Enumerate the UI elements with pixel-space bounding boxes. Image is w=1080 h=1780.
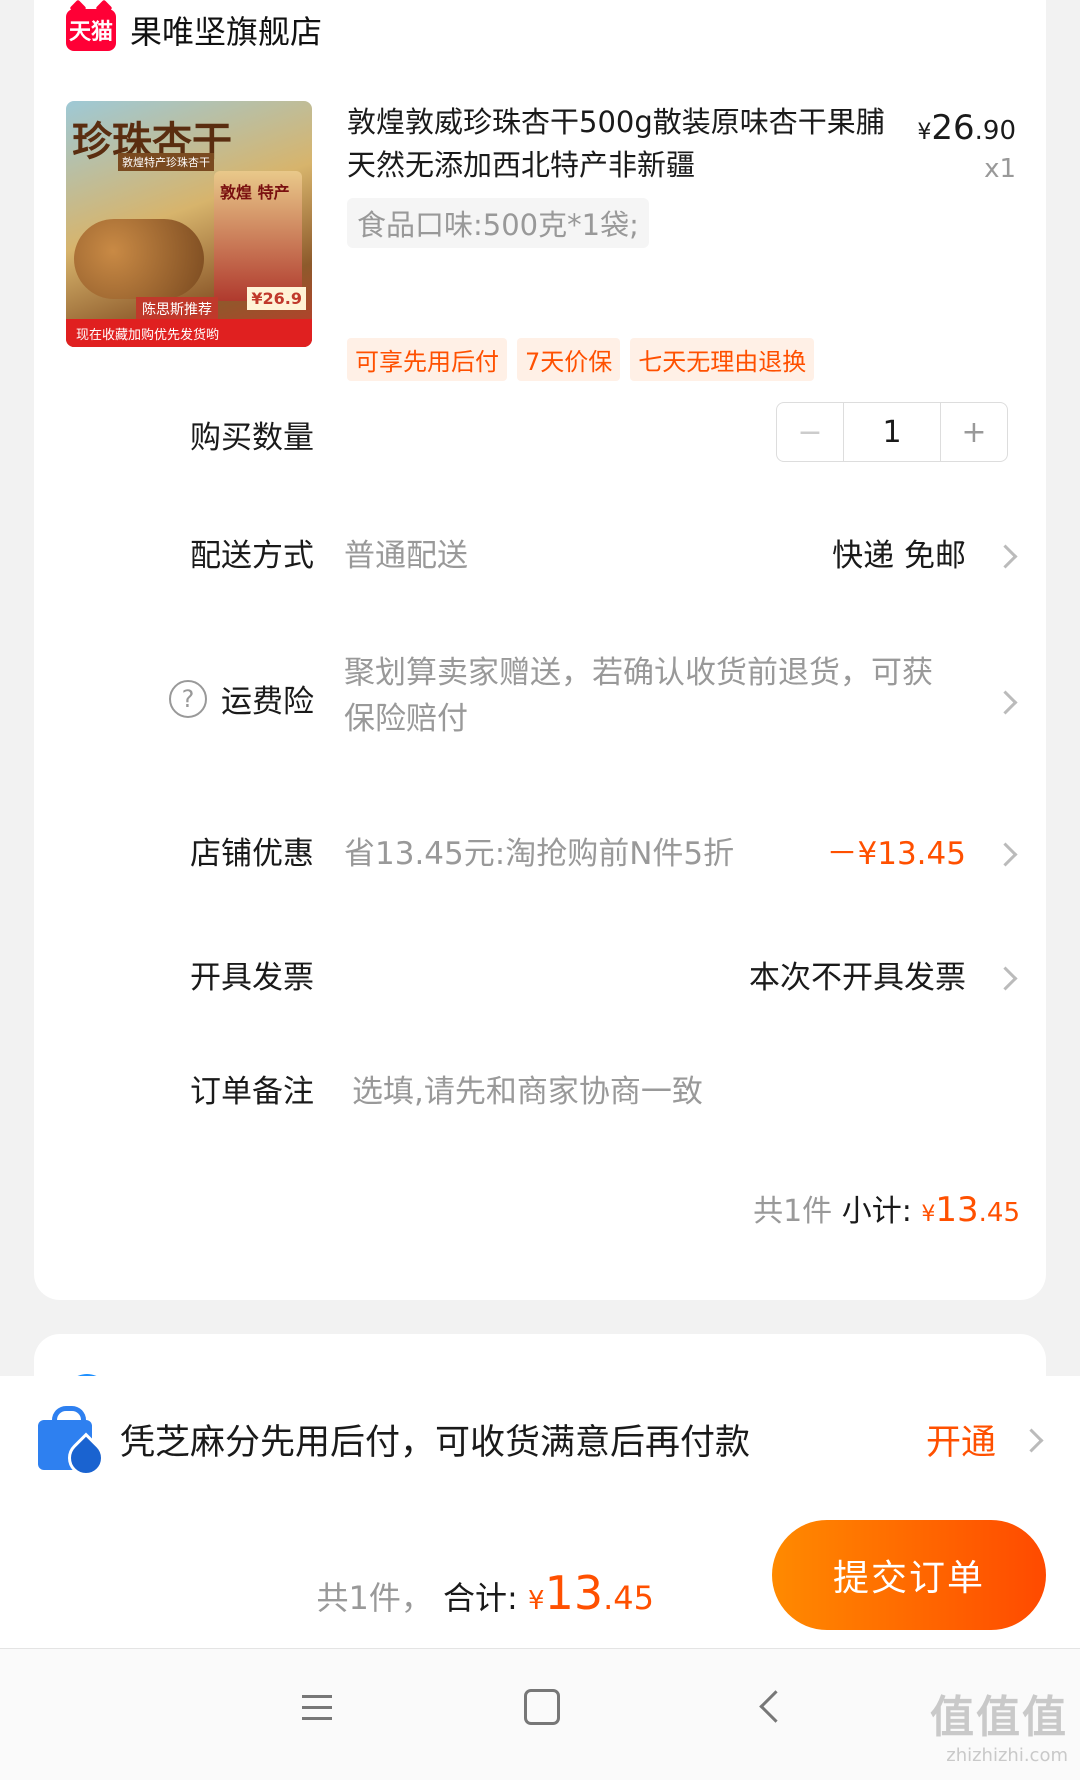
subtotal-currency: ¥ [921, 1202, 936, 1227]
watermark: 值值值 zhizhizhi.com [930, 1681, 1068, 1766]
tmall-logo-icon: 天猫 [66, 9, 116, 51]
product-image[interactable]: 珍珠杏干 敦煌特产珍珠杏干 敦煌 特产 陈思斯推荐 ¥26.9 现在收藏加购优先… [66, 101, 312, 347]
system-nav-bar: 值值值 zhizhizhi.com [0, 1648, 1080, 1780]
increase-button[interactable]: + [940, 403, 1007, 461]
invoice-row[interactable]: 开具发票 本次不开具发票 [34, 942, 1046, 1002]
invoice-value: 本次不开具发票 [749, 960, 966, 996]
total-currency: ¥ [528, 1586, 545, 1616]
apricot-graphic [74, 219, 204, 299]
enable-pay-later-link[interactable]: 开通 [926, 1414, 996, 1465]
delivery-value: 普通配送 [344, 538, 468, 574]
subtotal: 共1件 小计: ¥13.45 [753, 1186, 1020, 1230]
image-subtitle: 敦煌特产珍珠杏干 [118, 153, 214, 171]
note-label: 订单备注 [190, 1074, 314, 1110]
insurance-label-group: ? 运费险 [169, 676, 314, 721]
image-promo-price: ¥26.9 [247, 287, 306, 310]
insurance-value: 聚划算卖家赠送，若确认收货前退货，可获保险赔付 [344, 655, 933, 737]
product-quantity: x1 [984, 154, 1016, 184]
quantity-label: 购买数量 [190, 420, 314, 456]
variant-chip[interactable]: 食品口味:500克*1袋; [347, 198, 649, 248]
chevron-right-icon [1019, 1428, 1044, 1453]
package-text: 敦煌 特产 [220, 183, 290, 202]
shopping-bag-icon [38, 1406, 112, 1484]
quantity-value[interactable]: 1 [844, 403, 940, 461]
price-decimal: .90 [974, 116, 1016, 146]
back-icon[interactable] [759, 1690, 792, 1723]
chevron-right-icon [993, 544, 1018, 569]
store-header[interactable]: 天猫 果唯坚旗舰店 [66, 0, 322, 60]
decrease-button[interactable]: − [777, 403, 844, 461]
order-note-input[interactable]: 选填,请先和商家协商一致 [352, 1066, 703, 1111]
subtotal-decimal: .45 [978, 1198, 1020, 1228]
service-tag: 可享先用后付 [347, 338, 507, 381]
menu-icon[interactable] [302, 1695, 332, 1720]
help-icon[interactable]: ? [169, 679, 207, 718]
delivery-row[interactable]: 配送方式 普通配送 快递 免邮 [34, 520, 1046, 580]
store-name[interactable]: 果唯坚旗舰店 [130, 7, 322, 53]
service-tags: 可享先用后付 7天价保 七天无理由退换 [347, 338, 815, 381]
discount-label: 店铺优惠 [190, 836, 314, 872]
product-price: ¥26.90 x1 [917, 108, 1016, 184]
order-note-row: 订单备注 选填,请先和商家协商一致 [34, 1056, 1046, 1116]
subtotal-count: 共1件 [753, 1194, 833, 1229]
chevron-right-icon [993, 842, 1018, 867]
subtotal-integer: 13 [935, 1190, 979, 1230]
watermark-url: zhizhizhi.com [946, 1745, 1068, 1766]
order-card: 天猫 果唯坚旗舰店 珍珠杏干 敦煌特产珍珠杏干 敦煌 特产 陈思斯推荐 ¥26.… [34, 0, 1046, 1300]
shipping-insurance-row[interactable]: ? 运费险 聚划算卖家赠送，若确认收货前退货，可获保险赔付 [34, 650, 1046, 750]
watermark-logo: 值值值 [930, 1692, 1068, 1743]
price-integer: 26 [931, 108, 975, 148]
delivery-label: 配送方式 [190, 538, 314, 574]
invoice-label: 开具发票 [190, 960, 314, 996]
total-label: 合计: [443, 1579, 518, 1617]
total-decimal: .45 [603, 1579, 654, 1617]
submit-order-button[interactable]: 提交订单 [772, 1520, 1046, 1630]
discount-amount: －¥13.45 [826, 836, 966, 872]
price-currency: ¥ [917, 120, 932, 145]
image-recommend: 陈思斯推荐 [136, 297, 218, 321]
total-integer: 13 [544, 1566, 604, 1620]
service-tag: 7天价保 [517, 338, 621, 381]
subtotal-label: 小计: [841, 1194, 912, 1229]
quantity-stepper: − 1 + [776, 402, 1008, 462]
pay-later-banner[interactable]: 凭芝麻分先用后付，可收货满意后再付款 开通 [0, 1376, 1080, 1506]
checkout-panel: 凭芝麻分先用后付，可收货满意后再付款 开通 共1件， 合计: ¥13.45 提交… [0, 1376, 1080, 1648]
discount-value: 省13.45元:淘抢购前N件5折 [344, 836, 735, 872]
store-discount-row[interactable]: 店铺优惠 省13.45元:淘抢购前N件5折 －¥13.45 [34, 818, 1046, 878]
pay-later-text: 凭芝麻分先用后付，可收货满意后再付款 [120, 1423, 751, 1463]
product-title[interactable]: 敦煌敦威珍珠杏干500g散装原味杏干果脯天然无添加西北特产非新疆 [347, 101, 887, 187]
insurance-label: 运费险 [221, 684, 314, 720]
chevron-right-icon [993, 966, 1018, 991]
chevron-right-icon [993, 690, 1018, 715]
total-count: 共1件， [316, 1579, 433, 1617]
order-total: 共1件， 合计: ¥13.45 [317, 1566, 655, 1620]
image-bottom-banner: 现在收藏加购优先发货哟 [66, 319, 312, 347]
service-tag: 七天无理由退换 [630, 338, 815, 381]
home-icon[interactable] [524, 1689, 560, 1725]
delivery-method: 快递 免邮 [832, 538, 966, 574]
